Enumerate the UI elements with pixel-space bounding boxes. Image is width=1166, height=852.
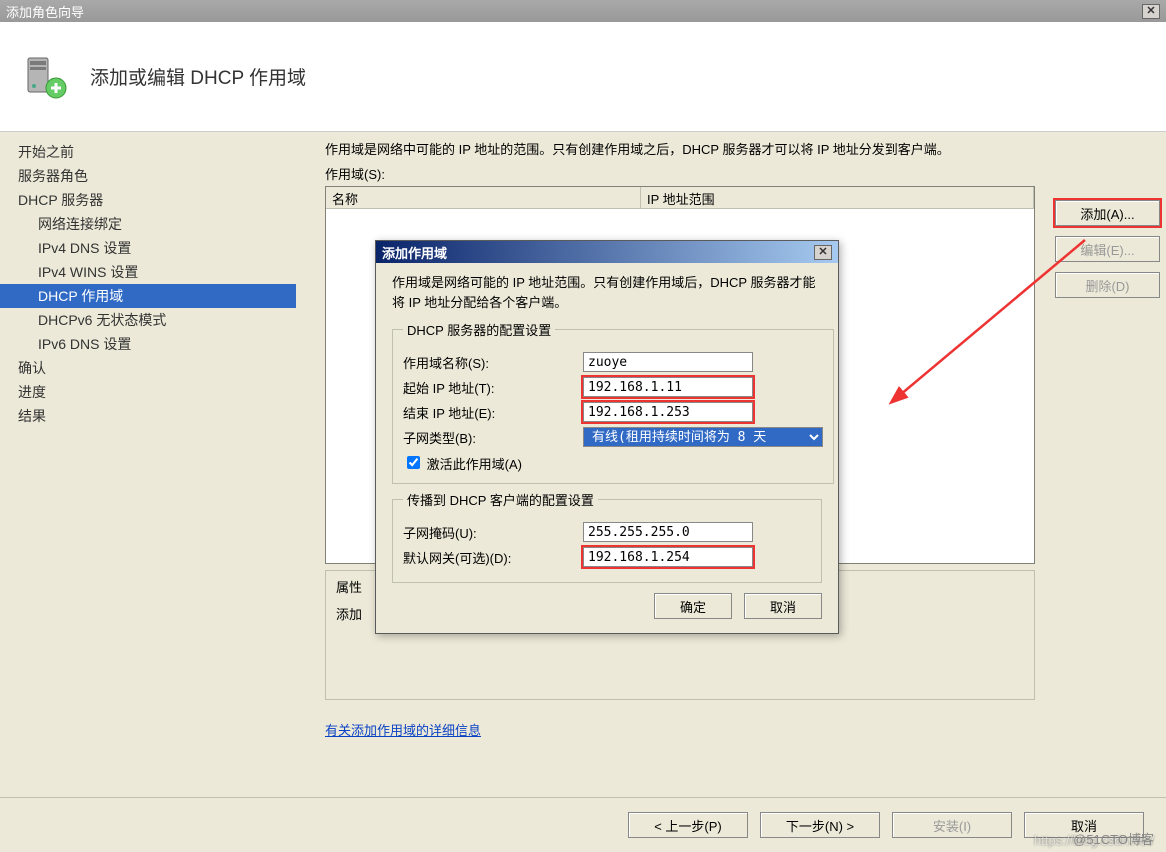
sidebar-item[interactable]: 网络连接绑定 — [18, 212, 310, 236]
window-title: 添加角色向导 — [6, 2, 84, 21]
cancel-button[interactable]: 取消 — [1024, 812, 1144, 838]
sidebar-item[interactable]: 服务器角色 — [18, 164, 310, 188]
table-column-range: IP 地址范围 — [641, 187, 1034, 208]
add-scope-button[interactable]: 添加(A)... — [1055, 200, 1160, 226]
edit-scope-button[interactable]: 编辑(E)... — [1055, 236, 1160, 262]
default-gateway-label: 默认网关(可选)(D): — [403, 548, 583, 567]
previous-button[interactable]: < 上一步(P) — [628, 812, 748, 838]
page-title: 添加或编辑 DHCP 作用域 — [90, 63, 306, 90]
server-config-legend: DHCP 服务器的配置设置 — [403, 320, 555, 339]
wizard-header: 添加或编辑 DHCP 作用域 — [0, 22, 1166, 132]
dialog-titlebar: 添加作用域 ✕ — [376, 241, 838, 263]
dialog-cancel-button[interactable]: 取消 — [744, 593, 822, 619]
subnet-type-label: 子网类型(B): — [403, 428, 583, 447]
sidebar-item[interactable]: DHCPv6 无状态模式 — [18, 308, 310, 332]
sidebar-item[interactable]: DHCP 服务器 — [18, 188, 310, 212]
scope-name-label: 作用域名称(S): — [403, 353, 583, 372]
subnet-type-select[interactable]: 有线(租用持续时间将为 8 天 — [583, 427, 823, 447]
sidebar-item[interactable]: 结果 — [18, 404, 310, 428]
install-button[interactable]: 安装(I) — [892, 812, 1012, 838]
add-scope-dialog: 添加作用域 ✕ 作用域是网络可能的 IP 地址范围。只有创建作用域后，DHCP … — [375, 240, 839, 634]
wizard-steps-sidebar: 开始之前 服务器角色 DHCP 服务器 网络连接绑定 IPv4 DNS 设置 I… — [0, 132, 310, 790]
wizard-server-icon — [20, 52, 70, 102]
sidebar-item[interactable]: IPv4 DNS 设置 — [18, 236, 310, 260]
wizard-footer: < 上一步(P) 下一步(N) > 安装(I) 取消 — [0, 797, 1166, 852]
client-config-legend: 传播到 DHCP 客户端的配置设置 — [403, 490, 598, 509]
delete-scope-button[interactable]: 删除(D) — [1055, 272, 1160, 298]
server-config-group: DHCP 服务器的配置设置 作用域名称(S): 起始 IP 地址(T): 结束 … — [392, 320, 834, 484]
start-ip-input[interactable] — [583, 377, 753, 397]
table-header-row: 名称 IP 地址范围 — [326, 187, 1034, 209]
close-icon[interactable]: ✕ — [1142, 4, 1160, 19]
start-ip-label: 起始 IP 地址(T): — [403, 378, 583, 397]
subnet-mask-label: 子网掩码(U): — [403, 523, 583, 542]
page-description: 作用域是网络中可能的 IP 地址的范围。只有创建作用域之后，DHCP 服务器才可… — [325, 140, 1144, 160]
table-column-name: 名称 — [326, 187, 641, 208]
subnet-mask-input[interactable] — [583, 522, 753, 542]
close-icon[interactable]: ✕ — [814, 245, 832, 260]
sidebar-item[interactable]: IPv4 WINS 设置 — [18, 260, 310, 284]
sidebar-item[interactable]: 进度 — [18, 380, 310, 404]
sidebar-item[interactable]: IPv6 DNS 设置 — [18, 332, 310, 356]
scope-name-input[interactable] — [583, 352, 753, 372]
sidebar-item[interactable]: 开始之前 — [18, 140, 310, 164]
sidebar-item-selected[interactable]: DHCP 作用域 — [0, 284, 296, 308]
window-titlebar: 添加角色向导 ✕ — [0, 0, 1166, 22]
end-ip-input[interactable] — [583, 402, 753, 422]
dialog-description: 作用域是网络可能的 IP 地址范围。只有创建作用域后，DHCP 服务器才能将 I… — [392, 273, 822, 312]
ok-button[interactable]: 确定 — [654, 593, 732, 619]
activate-scope-checkbox-label[interactable]: 激活此作用域(A) — [403, 457, 522, 472]
client-config-group: 传播到 DHCP 客户端的配置设置 子网掩码(U): 默认网关(可选)(D): — [392, 490, 822, 583]
default-gateway-input[interactable] — [583, 547, 753, 567]
help-link[interactable]: 有关添加作用域的详细信息 — [325, 720, 481, 739]
activate-scope-checkbox[interactable] — [407, 456, 420, 469]
end-ip-label: 结束 IP 地址(E): — [403, 403, 583, 422]
scopes-label: 作用域(S): — [325, 164, 1144, 183]
next-button[interactable]: 下一步(N) > — [760, 812, 880, 838]
dialog-title: 添加作用域 — [382, 243, 447, 262]
sidebar-item[interactable]: 确认 — [18, 356, 310, 380]
